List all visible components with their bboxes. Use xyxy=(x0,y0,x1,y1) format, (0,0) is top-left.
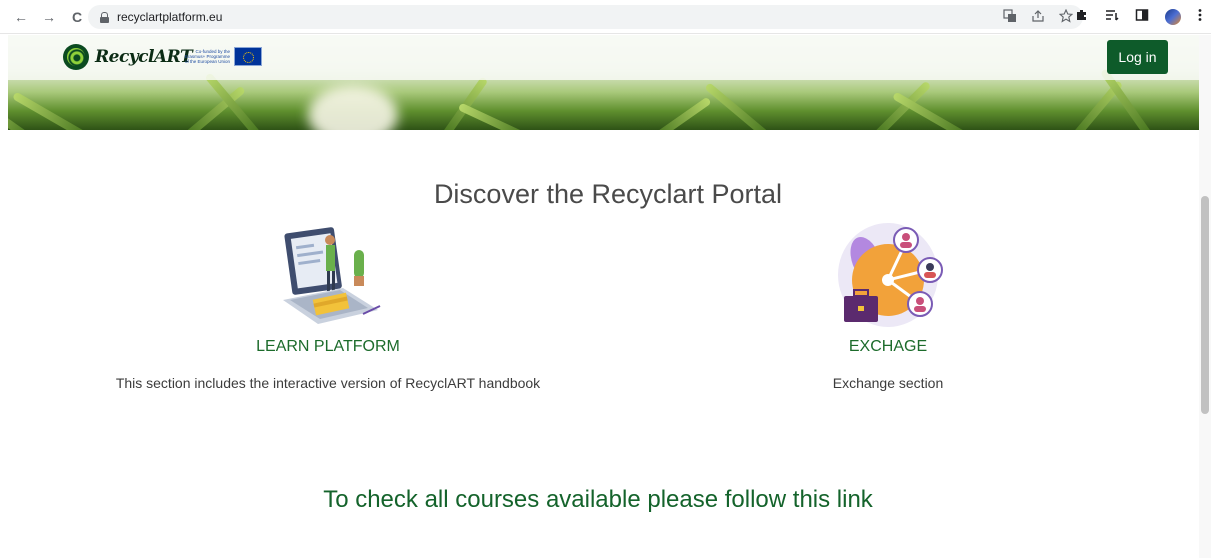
lock-icon[interactable] xyxy=(100,11,109,23)
menu-icon[interactable] xyxy=(1197,8,1203,25)
avatar[interactable] xyxy=(1165,8,1181,25)
grass-blade xyxy=(869,80,932,130)
grass-blade xyxy=(204,72,266,130)
browser-toolbar: ← → C recyclartplatform.eu xyxy=(0,0,1211,34)
all-courses-link[interactable]: To check all courses available please fo… xyxy=(8,486,1188,514)
url-text[interactable]: recyclartplatform.eu xyxy=(117,10,222,24)
learn-platform-description: This section includes the interactive ve… xyxy=(115,375,541,391)
share-icon[interactable] xyxy=(1031,9,1045,26)
extensions-icon[interactable] xyxy=(1075,8,1089,25)
grass-blade xyxy=(649,96,712,130)
learn-platform-card[interactable]: LEARN PLATFORM This section includes the… xyxy=(68,220,588,391)
exchange-link[interactable]: EXCHAGE xyxy=(708,338,1068,356)
forward-button[interactable]: → xyxy=(38,6,60,28)
eu-flag-icon xyxy=(234,47,262,66)
laptop-learning-icon[interactable] xyxy=(68,220,588,330)
page-title: Discover the Recyclart Portal xyxy=(433,179,783,209)
grass-blade xyxy=(12,91,94,130)
scrollbar-thumb[interactable] xyxy=(1201,196,1209,414)
hero-flower xyxy=(308,85,398,130)
grass-blade xyxy=(457,102,534,130)
page-content: RecyclART Co-funded by the Erasmus+ Prog… xyxy=(8,35,1199,558)
login-button[interactable]: Log in xyxy=(1107,40,1168,74)
logo-text: RecyclART xyxy=(95,47,193,67)
exchange-description: Exchange section xyxy=(832,375,944,391)
grass-blade xyxy=(704,82,775,130)
reload-button[interactable]: C xyxy=(66,6,88,28)
exchange-card[interactable]: EXCHAGE Exchange section xyxy=(708,220,1068,391)
side-panel-icon[interactable] xyxy=(1135,8,1149,25)
star-icon[interactable] xyxy=(1058,8,1074,26)
eu-cofund-badge: Co-funded by the Erasmus+ Programme of t… xyxy=(180,47,262,66)
site-header: RecyclART Co-funded by the Erasmus+ Prog… xyxy=(8,35,1199,80)
cofund-text: Co-funded by the Erasmus+ Programme of t… xyxy=(184,49,230,64)
back-button[interactable]: ← xyxy=(10,6,32,28)
translate-icon[interactable] xyxy=(1003,9,1017,26)
page-scrollbar[interactable] xyxy=(1199,35,1211,558)
people-exchange-icon[interactable] xyxy=(708,220,1068,330)
hero-banner: RecyclART Co-funded by the Erasmus+ Prog… xyxy=(8,35,1199,130)
reading-list-icon[interactable] xyxy=(1105,8,1119,25)
recyclart-swirl-icon xyxy=(63,44,89,70)
address-bar[interactable]: recyclartplatform.eu xyxy=(88,5,1083,29)
learn-platform-link[interactable]: LEARN PLATFORM xyxy=(68,338,588,356)
site-logo[interactable]: RecyclART xyxy=(63,44,193,70)
